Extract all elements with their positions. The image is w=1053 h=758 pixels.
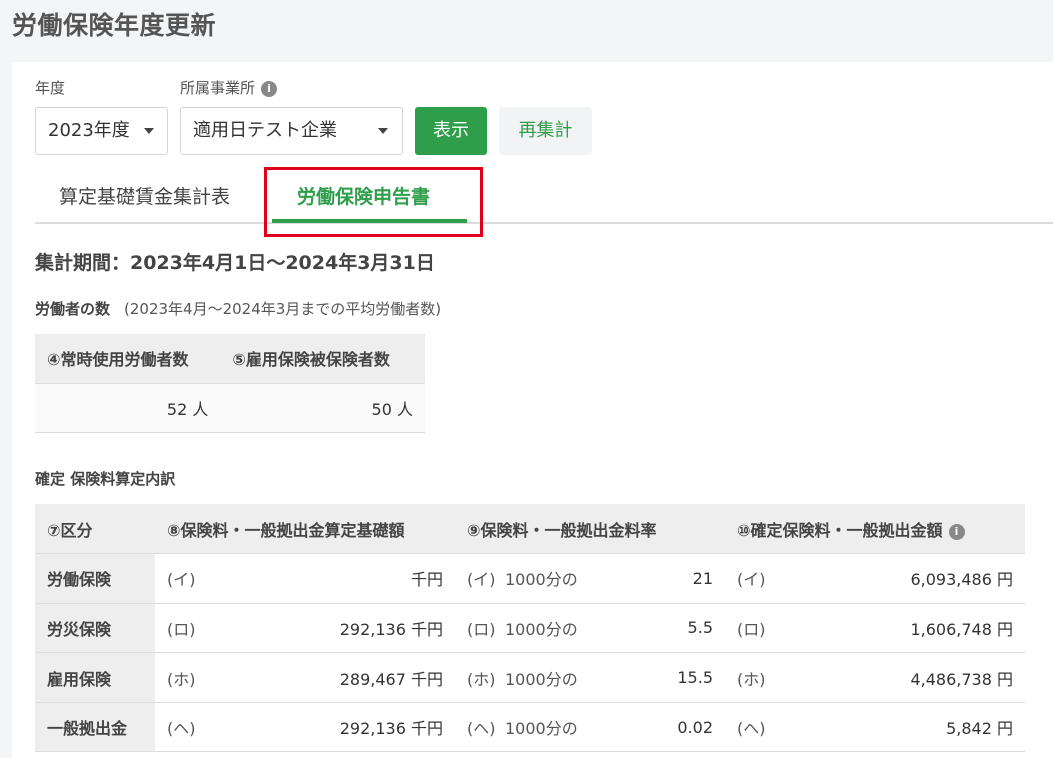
row-rate-mark: (ホ) [455, 652, 505, 703]
year-label: 年度 [35, 79, 66, 97]
row-rate-value: 15.5 [615, 652, 725, 703]
row-base-value: 千円 [205, 553, 455, 604]
row-category: 労働保険 [35, 553, 155, 604]
row-base-value: 289,467 千円 [205, 652, 455, 703]
recalc-button[interactable]: 再集計 [499, 107, 592, 155]
show-button[interactable]: 表示 [415, 107, 487, 155]
row-category: 一般拠出金 [35, 702, 155, 753]
workers-insured-value: 50 人 [220, 383, 425, 433]
row-amount-value: 6,093,486 円 [775, 553, 1025, 604]
row-amount-mark: (イ) [725, 553, 775, 604]
premium-header-rate: ⑨保険料・一般拠出金料率 [455, 504, 725, 555]
row-category: 労災保険 [35, 603, 155, 654]
workers-sub: (2023年4月〜2024年3月までの平均労働者数) [124, 300, 442, 318]
premium-header-amount: ⑩確定保険料・一般拠出金額 [737, 520, 943, 540]
row-amount-value: 1,606,748 円 [775, 603, 1025, 654]
table-header-row: ⑦区分 ⑧保険料・一般拠出金算定基礎額 ⑨保険料・一般拠出金料率 ⑩確定保険料・… [35, 504, 1025, 555]
tab-wage-summary[interactable]: 算定基礎賃金集計表 [59, 182, 230, 209]
table-row: 労災保険 (ロ) 292,136 千円 (ロ) 1000分の 5.5 (ロ) 1,606,74… [35, 603, 1025, 654]
office-label: 所属事業所 [180, 79, 256, 97]
table-row: 雇用保険 (ホ) 289,467 千円 (ホ) 1000分の 15.5 (ホ) 4,486,7… [35, 652, 1025, 703]
row-rate-prefix: 1000分の [505, 603, 615, 654]
row-rate-mark: (ロ) [455, 603, 505, 654]
row-category: 雇用保険 [35, 652, 155, 703]
premium-section-label: 確定 保険料算定内訳 [35, 470, 176, 488]
main-panel: 年度 所属事業所 i 2023年度 適用日テスト企業 表示 再集計 算定基礎賃金集… [12, 62, 1053, 758]
highlight-box [264, 167, 483, 237]
table-row: 労働保険 (イ) 千円 (イ) 1000分の 21 (イ) 6,093,486 円 [35, 553, 1025, 604]
row-base-mark: (ホ) [155, 652, 205, 703]
row-rate-prefix: 1000分の [505, 652, 615, 703]
workers-section-label: 労働者の数 (2023年4月〜2024年3月までの平均労働者数) [35, 298, 441, 319]
office-label-wrap: 所属事業所 i [180, 77, 278, 98]
workers-table: ④常時使用労働者数 ⑤雇用保険被保険者数 52 人 50 人 [35, 334, 425, 433]
office-select[interactable]: 適用日テスト企業 [180, 107, 403, 155]
row-amount-mark: (ヘ) [725, 702, 775, 753]
row-amount-value: 5,842 円 [775, 702, 1025, 753]
row-base-mark: (ヘ) [155, 702, 205, 753]
premium-table: ⑦区分 ⑧保険料・一般拠出金算定基礎額 ⑨保険料・一般拠出金料率 ⑩確定保険料・… [35, 504, 1025, 753]
premium-header-base: ⑧保険料・一般拠出金算定基礎額 [155, 504, 455, 555]
row-rate-mark: (ヘ) [455, 702, 505, 753]
workers-header-insured: ⑤雇用保険被保険者数 [220, 334, 425, 384]
workers-header-regular: ④常時使用労働者数 [35, 334, 221, 384]
row-amount-mark: (ロ) [725, 603, 775, 654]
row-rate-value: 0.02 [615, 702, 725, 753]
row-amount-value: 4,486,738 円 [775, 652, 1025, 703]
premium-header-amount-wrap: ⑩確定保険料・一般拠出金額 i [725, 504, 1025, 555]
workers-regular-value: 52 人 [35, 383, 221, 433]
row-rate-mark: (イ) [455, 553, 505, 604]
tab-bar-divider [35, 222, 1053, 224]
table-row: 52 人 50 人 [35, 383, 425, 433]
row-rate-value: 21 [615, 553, 725, 604]
row-base-value: 292,136 千円 [205, 603, 455, 654]
row-rate-prefix: 1000分の [505, 702, 615, 753]
caret-down-icon [144, 128, 154, 134]
row-base-value: 292,136 千円 [205, 702, 455, 753]
row-rate-prefix: 1000分の [505, 553, 615, 604]
page-title: 労働保険年度更新 [12, 11, 217, 40]
premium-header-category: ⑦区分 [35, 504, 155, 555]
year-select[interactable]: 2023年度 [35, 107, 168, 155]
row-rate-value: 5.5 [615, 603, 725, 654]
row-base-mark: (イ) [155, 553, 205, 604]
caret-down-icon [378, 128, 388, 134]
aggregation-period: 集計期間：2023年4月1日〜2024年3月31日 [35, 252, 435, 274]
table-row: 一般拠出金 (ヘ) 292,136 千円 (ヘ) 1000分の 0.02 (ヘ) 5,842 … [35, 702, 1025, 753]
row-base-mark: (ロ) [155, 603, 205, 654]
info-icon[interactable]: i [261, 81, 278, 97]
table-header-row: ④常時使用労働者数 ⑤雇用保険被保険者数 [35, 334, 425, 384]
office-select-value: 適用日テスト企業 [193, 120, 337, 141]
info-icon[interactable]: i [948, 523, 965, 540]
workers-label: 労働者の数 [35, 300, 111, 318]
row-amount-mark: (ホ) [725, 652, 775, 703]
year-select-value: 2023年度 [48, 120, 130, 141]
